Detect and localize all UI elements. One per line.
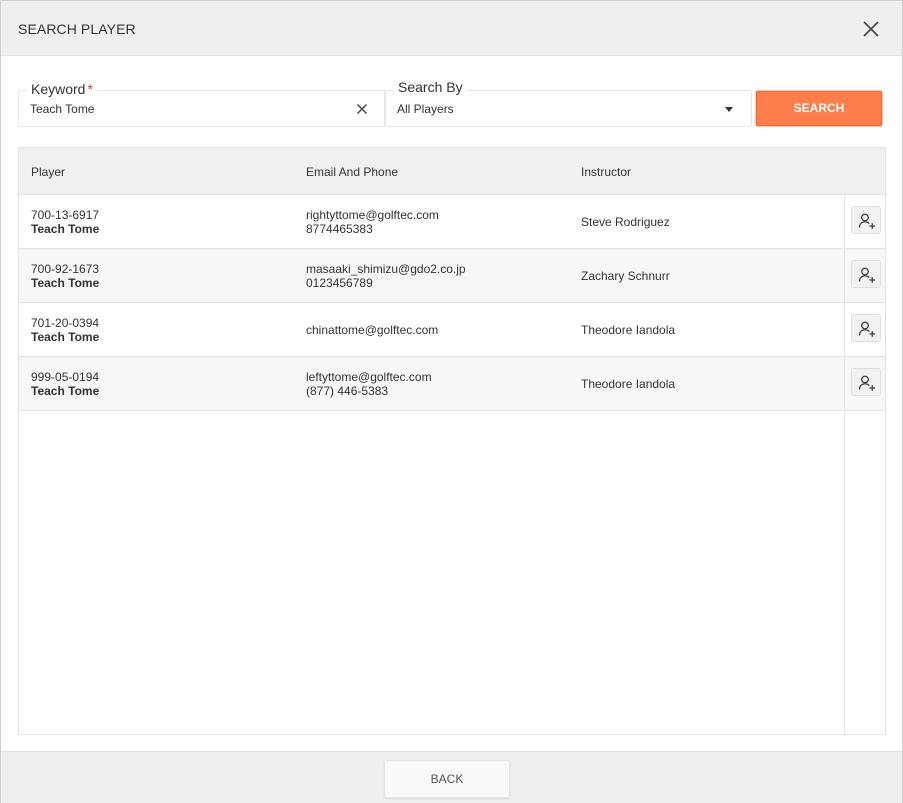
results-table: Player Email And Phone Instructor 700-13… — [18, 147, 886, 735]
back-button[interactable]: BACK — [384, 760, 510, 798]
header-email-phone[interactable]: Email And Phone — [306, 165, 398, 179]
email-phone-cell: rightyttome@golftec.com 8774465383 — [306, 208, 439, 236]
search-by-select[interactable]: All Players — [385, 90, 752, 127]
table-row[interactable]: 701-20-0394 Teach Tome chinattome@golfte… — [19, 303, 885, 357]
search-by-label: Search By — [394, 79, 467, 95]
keyword-input[interactable]: Teach Tome — [30, 102, 94, 116]
search-by-value: All Players — [397, 102, 454, 116]
close-button[interactable] — [859, 17, 883, 41]
required-marker: * — [87, 81, 93, 97]
player-cell: 700-92-1673 Teach Tome — [31, 262, 99, 290]
player-id: 700-92-1673 — [31, 262, 100, 276]
player-name: Teach Tome — [31, 276, 100, 290]
search-player-dialog: SEARCH PLAYER Teach Tome Keyword * All Pl… — [0, 0, 903, 803]
add-player-button[interactable] — [851, 260, 881, 288]
keyword-label: Keyword * — [27, 81, 97, 97]
instructor-cell: Theodore Iandola — [581, 377, 676, 391]
add-player-button[interactable] — [851, 314, 881, 342]
phone: 0123456789 — [306, 276, 373, 290]
instructor-cell: Theodore Iandola — [581, 323, 676, 337]
phone: (877) 446-5383 — [306, 384, 389, 398]
instructor-cell: Zachary Schnurr — [581, 269, 670, 283]
add-user-icon — [858, 267, 875, 283]
header-player[interactable]: Player — [31, 165, 65, 179]
caret-down-icon — [725, 107, 733, 112]
email: chinattome@golftec.com — [306, 323, 439, 337]
add-user-icon — [858, 375, 875, 391]
table-row[interactable]: 700-92-1673 Teach Tome masaaki_shimizu@g… — [19, 249, 885, 303]
table-header: Player Email And Phone Instructor — [19, 148, 885, 195]
header-instructor[interactable]: Instructor — [581, 165, 631, 179]
player-name: Teach Tome — [31, 384, 100, 398]
email-phone-cell: leftyttome@golftec.com (877) 446-5383 — [306, 370, 432, 398]
player-id: 700-13-6917 — [31, 208, 100, 222]
email: rightyttome@golftec.com — [306, 208, 439, 222]
table-row[interactable]: 999-05-0194 Teach Tome leftyttome@golfte… — [19, 357, 885, 411]
email-phone-cell: chinattome@golftec.com — [306, 323, 438, 337]
close-icon — [863, 21, 879, 37]
phone: 8774465383 — [306, 222, 373, 236]
add-user-icon — [858, 321, 875, 337]
player-name: Teach Tome — [31, 330, 100, 344]
add-user-icon — [858, 213, 875, 229]
add-player-button[interactable] — [851, 368, 881, 396]
instructor-cell: Steve Rodriguez — [581, 215, 670, 229]
email-phone-cell: masaaki_shimizu@gdo2.co.jp 0123456789 — [306, 262, 466, 290]
email: leftyttome@golftec.com — [306, 370, 432, 384]
player-cell: 700-13-6917 Teach Tome — [31, 208, 99, 236]
player-name: Teach Tome — [31, 222, 100, 236]
player-id: 701-20-0394 — [31, 316, 100, 330]
search-button[interactable]: SEARCH — [756, 91, 882, 126]
action-column-divider — [844, 195, 845, 734]
keyword-clear-button[interactable] — [354, 101, 370, 117]
dialog-title: SEARCH PLAYER — [18, 21, 136, 37]
player-cell: 701-20-0394 Teach Tome — [31, 316, 99, 344]
table-row[interactable]: 700-13-6917 Teach Tome rightyttome@golft… — [19, 195, 885, 249]
add-player-button[interactable] — [851, 206, 881, 234]
email: masaaki_shimizu@gdo2.co.jp — [306, 262, 466, 276]
player-cell: 999-05-0194 Teach Tome — [31, 370, 99, 398]
clear-icon — [357, 104, 367, 114]
dialog-header: SEARCH PLAYER — [1, 1, 902, 56]
player-id: 999-05-0194 — [31, 370, 100, 384]
dialog-footer: BACK — [1, 751, 902, 803]
